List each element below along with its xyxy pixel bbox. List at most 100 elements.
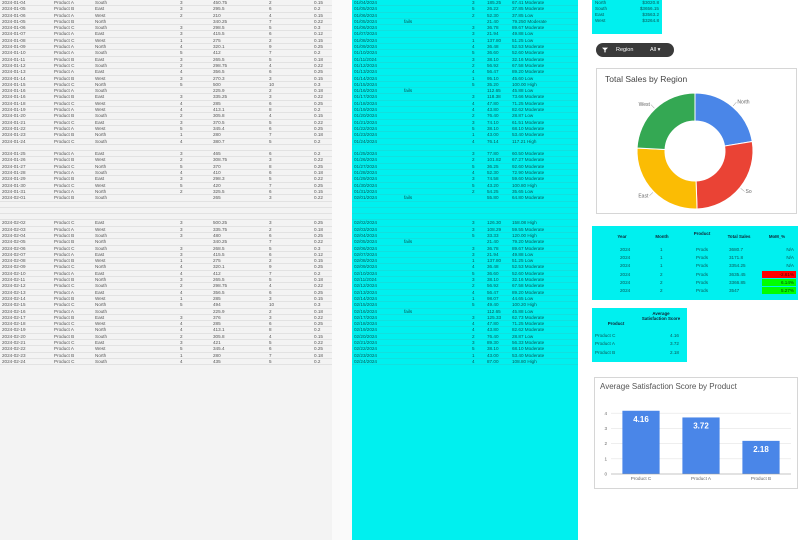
- cell-month: 2: [660, 288, 663, 293]
- cell-month: 2: [660, 271, 663, 277]
- cell-mom: N/A: [786, 247, 794, 252]
- bar-data-label: 3.72: [693, 421, 709, 430]
- bar-chart-svg: 0 1 2 3 4 4.16 Product C 3.72 Product A 2.18 Produ…: [604, 410, 791, 481]
- cell-month: 1: [660, 247, 663, 252]
- total-value: 3547: [729, 288, 740, 293]
- pie-label-north: North: [737, 100, 749, 106]
- cell-product: Prods: [696, 279, 709, 285]
- cell-units: 5: [269, 358, 272, 364]
- total-value: 3354.25: [729, 263, 746, 269]
- cell-total-sales: 3171.8: [729, 254, 743, 261]
- x-tick-label: Product A: [691, 476, 712, 481]
- total-value: 3366.85: [729, 279, 746, 285]
- pie-label-east: East: [638, 193, 649, 199]
- bar-data-label: 4.16: [633, 415, 649, 424]
- pie-leader-line: [649, 192, 654, 197]
- cell-year: 2024: [620, 247, 631, 252]
- table-row: Product C 4.16: [592, 332, 687, 339]
- y-tick-label: 3: [604, 426, 607, 431]
- monthly-summary-table: Year Month Product Total Sales MoM_% 202…: [592, 226, 798, 300]
- cell-year: 2024: [620, 288, 631, 293]
- sales-grid[interactable]: 2024-01-04 Product A South 3 450.75 2 0.15 2024…: [0, 0, 332, 540]
- satisfaction-header: Product Average Satisfaction Score: [592, 309, 687, 329]
- table-row[interactable]: 02/24/2024 4 87.00 108.80 High: [352, 358, 578, 366]
- cell-product: Product C: [54, 358, 75, 364]
- pie-chart-svg: North So East West: [636, 92, 754, 210]
- cell-product: Prods: [696, 247, 709, 252]
- cell-product: Product B: [595, 349, 616, 355]
- sales-by-region-chart[interactable]: North So East West Total Sales by Region: [596, 68, 797, 214]
- cell-date: 2024-02-24: [2, 358, 26, 364]
- pie-label-west: West: [639, 102, 651, 108]
- cell-quantity: 4: [180, 358, 183, 364]
- pie-leader-line: [740, 188, 745, 192]
- y-tick-label: 0: [604, 472, 607, 477]
- x-tick-label: Product B: [751, 476, 771, 481]
- cell-total-sales: 3366.85: [729, 279, 746, 286]
- table-row[interactable]: 2024-02-24 Product C South 4 435 5 0.2: [0, 358, 332, 366]
- slicer-value[interactable]: All ▾: [650, 43, 660, 57]
- cell-product: Prods: [696, 271, 709, 277]
- cell-year: 2024: [620, 271, 631, 277]
- y-tick-label: 1: [604, 456, 607, 461]
- cell-date: 02/24/2024: [354, 358, 377, 364]
- pie-slice-east[interactable]: [636, 147, 698, 210]
- cell-product: Prods: [696, 255, 709, 261]
- cell-mom: -2.61%: [762, 270, 796, 278]
- table-row: 2024 1 Prods 3171.8 N/A: [592, 254, 798, 261]
- header-product: Product: [607, 321, 625, 326]
- cell-total-sales: 3547: [729, 287, 739, 294]
- header-month: Month: [655, 234, 669, 239]
- total-value: 3680.7: [729, 247, 744, 252]
- table-row: 2024 2 Prods 3366.85 6.14%: [592, 278, 798, 287]
- summary-header: Year Month Product Total Sales MoM_%: [592, 228, 798, 244]
- x-tick-label: Product C: [631, 476, 652, 481]
- region-totals-table: North $3020.8 South $3656.15 East $3563.2 West…: [592, 0, 662, 34]
- cell-mom: 6.14%: [762, 278, 796, 287]
- y-tick-label: 2: [604, 441, 607, 446]
- table-row: 2024 1 Prods 3354.25 N/A: [592, 262, 798, 269]
- cell-score: 2.18: [670, 349, 679, 355]
- cell-month: 1: [660, 255, 663, 261]
- filter-icon: [602, 47, 608, 53]
- cell-year: 2024: [620, 279, 631, 285]
- cell-price: 435: [213, 358, 221, 364]
- cell-count: 4: [472, 358, 475, 364]
- satisfaction-by-product-chart[interactable]: 0 1 2 3 4 4.16 Product C 3.72 Product A 2.18 Produ…: [594, 377, 798, 489]
- table-row: Product B 2.18: [592, 349, 687, 356]
- cell-total-sales: 3354.25: [729, 262, 746, 269]
- chart-title: Average Satisfaction Score by Product: [600, 382, 737, 391]
- total-value: 3171.8: [729, 255, 744, 261]
- pie-leader-line: [650, 104, 655, 109]
- cell-month: 1: [660, 263, 663, 269]
- header-total-sales: Total Sales: [727, 234, 751, 239]
- bar-data-label: 2.18: [753, 445, 769, 454]
- cell-score: 4.16: [670, 333, 679, 338]
- cell-total-sales: 3680.7: [729, 246, 743, 253]
- column-gap: [332, 0, 352, 540]
- cell-discount: 0.2: [314, 358, 321, 364]
- cell-region: South: [95, 358, 108, 364]
- region-slicer[interactable]: Region All ▾: [596, 43, 674, 57]
- cell-mom: N/A: [786, 263, 794, 269]
- y-tick-label: 4: [604, 411, 607, 416]
- cell-product: Product C: [595, 333, 616, 338]
- pie-label-south: So: [746, 189, 752, 195]
- total-value: 3635.45: [729, 271, 746, 277]
- slicer-label: Region: [616, 47, 634, 53]
- pie-slice-south[interactable]: [695, 140, 754, 210]
- table-row: Product A 3.72: [592, 340, 687, 347]
- header-avg-score: Average Satisfaction Score: [641, 311, 681, 321]
- header-year: Year: [617, 234, 627, 239]
- chart-title: Total Sales by Region: [605, 74, 688, 84]
- cell-year: 2024: [620, 263, 631, 269]
- satisfaction-table: Product Average Satisfaction Score Produ…: [592, 308, 687, 362]
- region-row: West $3264.8: [592, 18, 662, 24]
- cell-product: Prods: [696, 263, 709, 269]
- cell-mom: N/A: [786, 255, 794, 261]
- cell-total-sales: 3635.45: [729, 271, 746, 278]
- feedback-grid[interactable]: 01/04/2024 3 185.25 67.41 Moderate 01/05/202…: [352, 0, 578, 540]
- cell-product: Prods: [696, 288, 709, 293]
- header-mom: MoM_%: [768, 234, 786, 239]
- table-row: 2024 1 Prods 3680.7 N/A: [592, 246, 798, 253]
